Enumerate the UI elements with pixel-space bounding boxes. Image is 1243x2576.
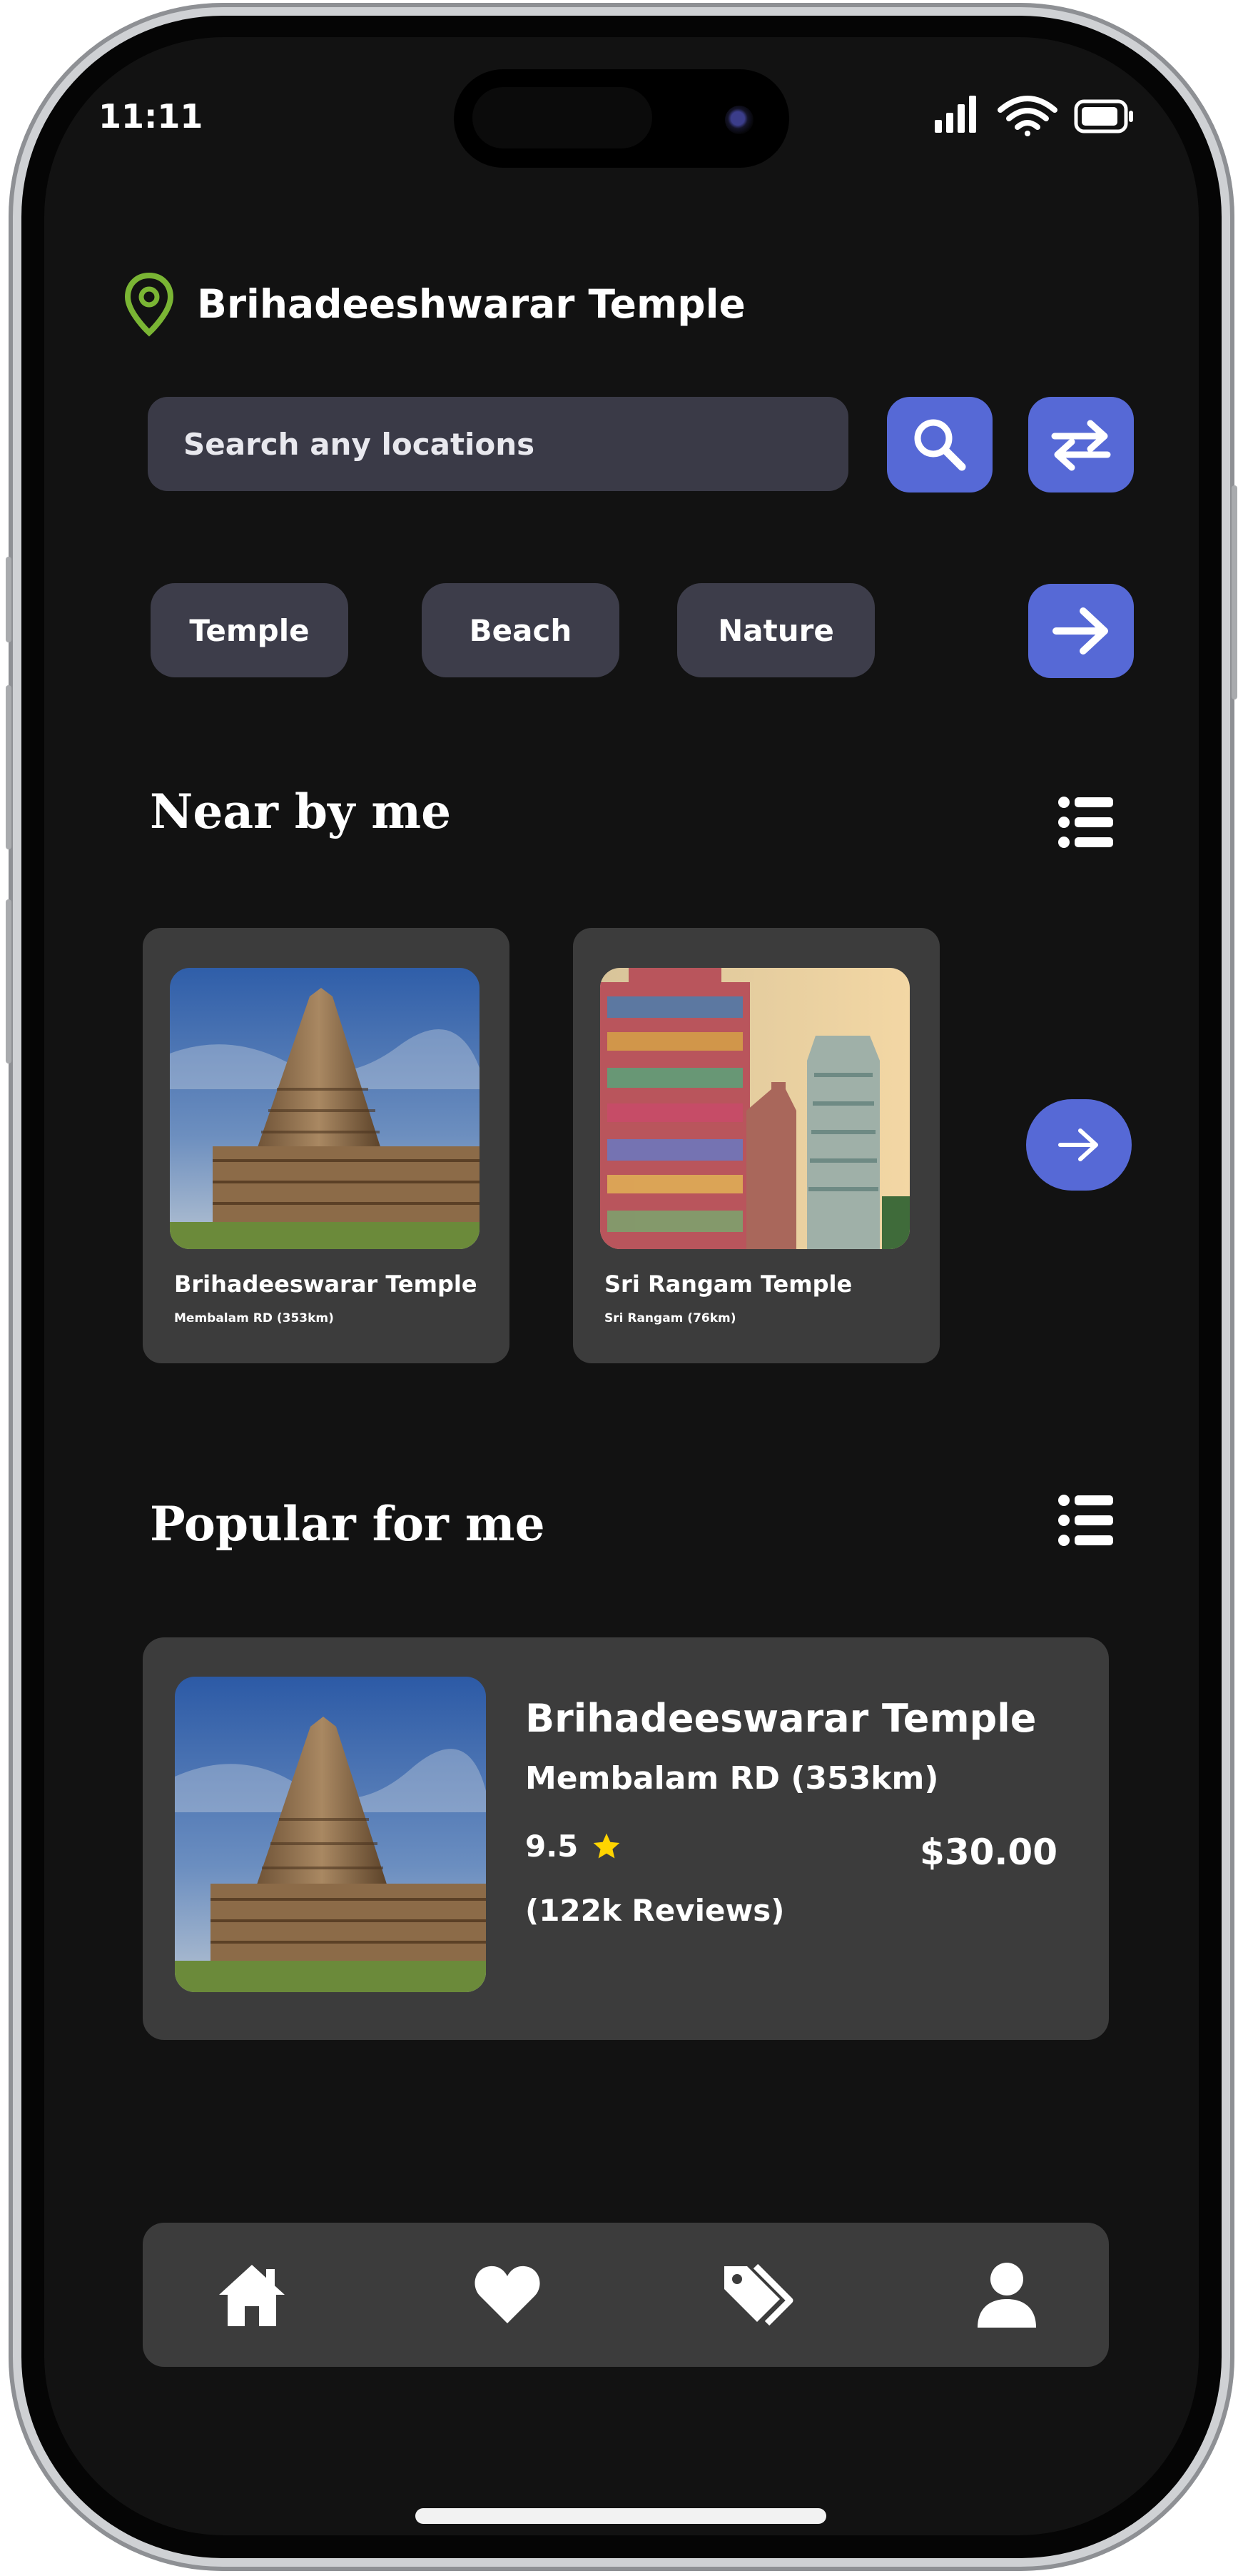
place-name: Brihadeeswarar Temple <box>525 1696 1037 1741</box>
star-icon <box>594 1833 620 1858</box>
home-icon <box>219 2265 285 2326</box>
place-address: Membalam RD (353km) <box>525 1760 939 1797</box>
nearby-next-button[interactable] <box>1026 1099 1132 1191</box>
front-camera <box>725 106 754 134</box>
rating: 9.5 <box>525 1829 622 1864</box>
place-name: Brihadeeswarar Temple <box>174 1271 477 1298</box>
tags-icon <box>724 2263 793 2326</box>
place-photo <box>600 968 910 1249</box>
popular-card[interactable]: Brihadeeswarar Temple Membalam RD (353km… <box>143 1637 1109 2040</box>
price: $30.00 <box>920 1832 1057 1873</box>
arrow-right-icon <box>1058 1128 1098 1161</box>
nav-home[interactable] <box>213 2256 291 2334</box>
place-name: Sri Rangam Temple <box>604 1271 853 1298</box>
swap-button[interactable] <box>1028 397 1134 493</box>
cellular-signal-icon <box>935 96 976 133</box>
location-title: Brihadeeshwarar Temple <box>197 281 746 327</box>
side-button-volume-down <box>6 685 11 849</box>
place-photo <box>175 1677 486 1992</box>
temple-photo-brihadeeswarar <box>175 1677 486 1992</box>
arrow-right-icon <box>1052 607 1108 655</box>
popular-section-title: Popular for me <box>150 1496 545 1552</box>
status-time: 11:11 <box>98 97 203 136</box>
location-pin-icon <box>124 272 174 337</box>
nearby-list-view-button[interactable] <box>1057 794 1115 851</box>
nav-profile[interactable] <box>968 2256 1046 2334</box>
nearby-card[interactable]: Brihadeeswarar Temple Membalam RD (353km… <box>143 928 509 1363</box>
wifi-icon <box>998 96 1057 136</box>
nearby-section-title: Near by me <box>150 784 452 839</box>
review-count: (122k Reviews) <box>525 1893 785 1928</box>
category-chip-beach[interactable]: Beach <box>422 583 619 677</box>
place-distance: Sri Rangam (76km) <box>604 1311 736 1325</box>
more-categories-button[interactable] <box>1028 584 1134 678</box>
temple-photo-sri-rangam <box>600 968 910 1249</box>
side-button-volume-up <box>6 557 11 642</box>
dynamic-island-sensor <box>472 87 652 148</box>
search-icon <box>914 419 966 471</box>
home-indicator <box>415 2508 826 2524</box>
nav-offers[interactable] <box>719 2256 798 2334</box>
location-header: Brihadeeshwarar Temple <box>123 271 746 337</box>
place-photo <box>170 968 480 1249</box>
temple-photo-brihadeeswarar <box>170 968 480 1249</box>
swap-icon <box>1051 420 1111 471</box>
side-button-power <box>1232 485 1237 699</box>
side-button-action <box>6 899 11 1064</box>
search-bar[interactable] <box>148 397 848 491</box>
heart-icon <box>475 2266 540 2323</box>
nav-favorites[interactable] <box>468 2256 547 2334</box>
battery-icon <box>1074 99 1133 133</box>
status-icons-svg <box>935 96 1133 136</box>
category-chip-nature[interactable]: Nature <box>677 583 875 677</box>
user-icon <box>978 2263 1036 2328</box>
place-distance: Membalam RD (353km) <box>174 1311 334 1325</box>
rating-value: 9.5 <box>525 1829 579 1864</box>
search-input[interactable] <box>182 425 848 463</box>
popular-list-view-button[interactable] <box>1057 1492 1115 1549</box>
status-icons <box>935 89 1142 140</box>
list-icon <box>1058 797 1113 848</box>
nearby-card[interactable]: Sri Rangam Temple Sri Rangam (76km) <box>573 928 940 1363</box>
category-chip-temple[interactable]: Temple <box>151 583 348 677</box>
list-icon <box>1058 1495 1113 1546</box>
search-button[interactable] <box>887 397 993 493</box>
bottom-nav <box>143 2223 1109 2367</box>
